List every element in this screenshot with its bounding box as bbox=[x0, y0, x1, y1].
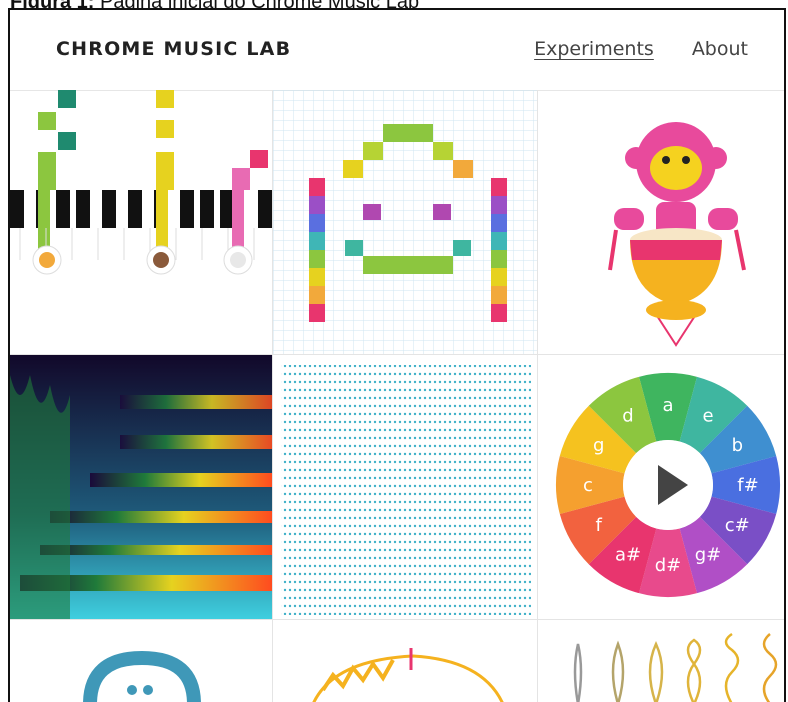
spectrogram-illustration bbox=[10, 355, 272, 619]
oscillator-illustration bbox=[312, 648, 504, 702]
song-maker-illustration bbox=[273, 90, 537, 354]
chord-label-e: e bbox=[702, 406, 713, 427]
nav-about-link[interactable]: About bbox=[692, 38, 748, 60]
blob-character-illustration bbox=[83, 650, 201, 702]
chord-label-f-sharp: f# bbox=[737, 475, 758, 496]
chord-label-a-sharp: a# bbox=[615, 544, 641, 565]
chord-label-d-sharp: d# bbox=[655, 555, 682, 576]
piano-roll-illustration bbox=[10, 90, 272, 275]
experiment-tile-spectrogram[interactable] bbox=[10, 355, 273, 620]
experiment-tile-strings[interactable] bbox=[538, 620, 784, 702]
strings-illustration bbox=[573, 632, 778, 702]
chord-label-c-sharp: c# bbox=[725, 515, 750, 536]
chord-label-f: f bbox=[596, 515, 603, 536]
experiment-tile-chords[interactable]: a e b f# c# g# d# a# f c g d bbox=[538, 355, 784, 620]
experiment-tile-song-maker[interactable] bbox=[273, 90, 538, 355]
experiment-tile-piano-roll[interactable] bbox=[10, 90, 273, 355]
nav-experiments-link[interactable]: Experiments bbox=[534, 38, 654, 60]
monkey-drummer-illustration bbox=[608, 122, 746, 347]
browser-frame: CHROME MUSIC LAB Experiments About a e b… bbox=[8, 8, 786, 702]
chord-label-a: a bbox=[662, 395, 673, 416]
chord-label-d: d bbox=[622, 406, 633, 427]
site-logo[interactable]: CHROME MUSIC LAB bbox=[56, 38, 291, 60]
site-header: CHROME MUSIC LAB Experiments About bbox=[10, 10, 784, 91]
sound-waves-illustration bbox=[281, 365, 531, 615]
chord-label-g: g bbox=[593, 435, 604, 456]
experiment-tile-voice-spinner[interactable] bbox=[10, 620, 273, 702]
main-nav: Experiments About bbox=[534, 38, 748, 60]
experiment-tile-sound-waves[interactable] bbox=[273, 355, 538, 620]
chord-label-b: b bbox=[732, 435, 743, 456]
chord-label-g-sharp: g# bbox=[695, 544, 722, 565]
chord-label-c: c bbox=[583, 475, 593, 496]
chord-wheel: a eb f# c#g# d# a# fcgd bbox=[556, 373, 780, 597]
experiment-tile-oscillators[interactable] bbox=[273, 620, 538, 702]
experiment-tile-rhythm[interactable] bbox=[538, 90, 784, 355]
